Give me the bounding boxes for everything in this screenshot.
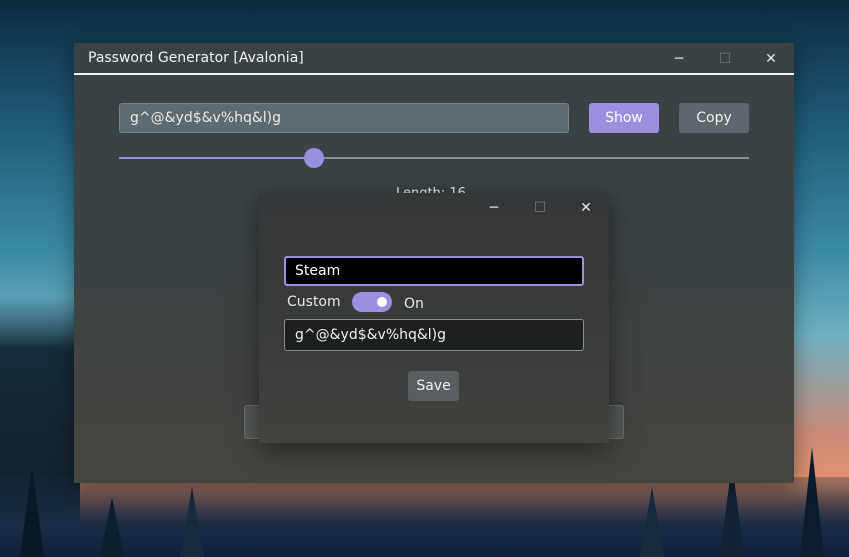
wallpaper-forest-left <box>0 297 80 557</box>
name-input[interactable]: Steam <box>284 256 584 286</box>
title-bar[interactable]: Password Generator [Avalonia] ─ ☐ ✕ <box>74 43 794 75</box>
toggle-state-label: On <box>404 296 424 312</box>
wallpaper-tree <box>800 447 824 557</box>
wallpaper-tree <box>640 487 664 557</box>
copy-button[interactable]: Copy <box>679 103 749 133</box>
wallpaper-tree <box>180 487 204 557</box>
dialog-window-controls: ─ ☐ ✕ <box>471 193 609 223</box>
custom-label: Custom <box>287 294 341 310</box>
close-icon[interactable]: ✕ <box>748 43 794 75</box>
save-button[interactable]: Save <box>408 371 459 401</box>
minimize-icon[interactable]: ─ <box>471 193 517 223</box>
window-controls: ─ ☐ ✕ <box>656 43 794 75</box>
length-slider-fill <box>119 157 315 159</box>
custom-toggle[interactable] <box>352 292 392 312</box>
wallpaper-tree <box>100 497 124 557</box>
length-slider-thumb[interactable] <box>304 148 325 168</box>
minimize-icon[interactable]: ─ <box>656 43 702 75</box>
show-button[interactable]: Show <box>589 103 659 133</box>
save-password-dialog: ─ ☐ ✕ Steam Custom On g^@&yd$&v%hq&l)g S… <box>259 193 609 443</box>
maximize-icon[interactable]: ☐ <box>702 43 748 75</box>
custom-password-field[interactable]: g^@&yd$&v%hq&l)g <box>284 319 584 351</box>
toggle-knob <box>377 297 387 307</box>
window-title: Password Generator [Avalonia] <box>88 50 304 66</box>
wallpaper-tree <box>20 467 44 557</box>
password-output-field[interactable]: g^@&yd$&v%hq&l)g <box>119 103 569 133</box>
wallpaper-forest-bottom <box>0 477 849 557</box>
close-icon[interactable]: ✕ <box>563 193 609 223</box>
maximize-icon[interactable]: ☐ <box>517 193 563 223</box>
length-slider[interactable] <box>119 148 749 168</box>
